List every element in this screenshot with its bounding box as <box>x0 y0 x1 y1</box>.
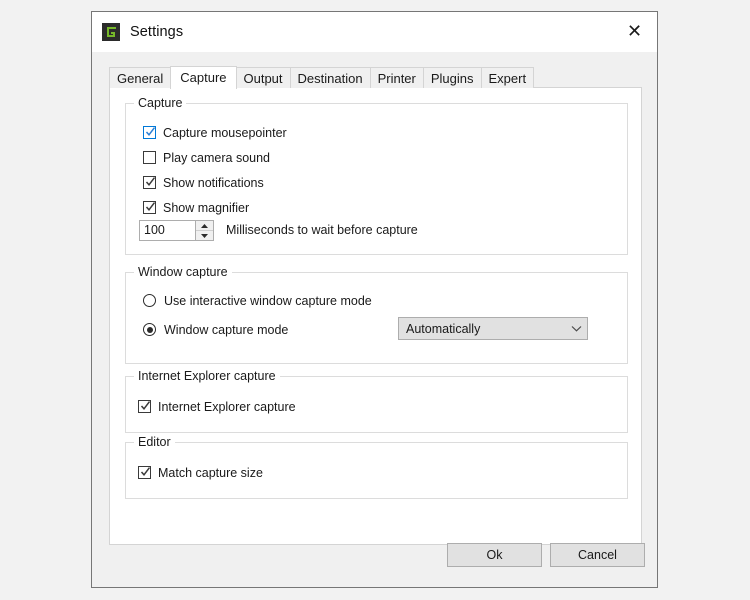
close-button[interactable]: ✕ <box>612 12 657 52</box>
wait-milliseconds-stepper[interactable]: 100 <box>139 220 214 241</box>
checkbox-label: Capture mousepointer <box>163 125 287 140</box>
checkbox-box-icon <box>138 400 151 413</box>
checkbox-box-icon <box>143 201 156 214</box>
tab-capture[interactable]: Capture <box>170 66 237 89</box>
checkbox-box-icon <box>143 126 156 139</box>
radio-label: Use interactive window capture mode <box>164 293 372 308</box>
wait-milliseconds-value[interactable]: 100 <box>140 221 195 240</box>
settings-dialog-window: Settings ✕ General Capture Output Destin… <box>91 11 658 588</box>
chevron-down-icon <box>565 325 587 332</box>
greenshot-logo-icon <box>102 23 120 41</box>
ok-button[interactable]: Ok <box>447 543 542 567</box>
radio-circle-icon <box>143 323 156 336</box>
ie-group-title: Internet Explorer capture <box>134 369 280 383</box>
checkbox-box-icon <box>143 151 156 164</box>
checkbox-label: Match capture size <box>158 465 263 480</box>
window-capture-mode-select[interactable]: Automatically <box>398 317 588 340</box>
internet-explorer-capture-group-box: Internet Explorer capture Internet Explo… <box>125 369 628 433</box>
editor-group-box: Editor Match capture size <box>125 435 628 499</box>
radio-window-capture-mode[interactable]: Window capture mode <box>143 321 288 338</box>
window-capture-mode-value: Automatically <box>406 321 481 336</box>
checkbox-label: Play camera sound <box>163 150 271 165</box>
checkbox-match-capture-size[interactable]: Match capture size <box>138 464 263 481</box>
radio-label: Window capture mode <box>164 322 289 337</box>
close-icon: ✕ <box>626 21 643 42</box>
tab-expert[interactable]: Expert <box>480 67 535 88</box>
capture-group-box: Capture Capture mousepointer Play camera… <box>125 96 628 255</box>
radio-use-interactive-window-capture-mode[interactable]: Use interactive window capture mode <box>143 292 372 309</box>
checkbox-label: Internet Explorer capture <box>158 399 296 414</box>
checkbox-play-camera-sound[interactable]: Play camera sound <box>143 149 270 166</box>
checkbox-internet-explorer-capture[interactable]: Internet Explorer capture <box>138 398 296 415</box>
checkbox-box-icon <box>143 176 156 189</box>
radio-circle-icon <box>143 294 156 307</box>
window-title: Settings <box>130 24 184 40</box>
tab-general[interactable]: General <box>109 67 172 88</box>
editor-group-title: Editor <box>134 435 175 449</box>
checkbox-show-notifications[interactable]: Show notifications <box>143 174 264 191</box>
checkbox-box-icon <box>138 466 151 479</box>
tab-printer[interactable]: Printer <box>369 67 424 88</box>
tab-destination[interactable]: Destination <box>289 67 371 88</box>
wait-milliseconds-label: Milliseconds to wait before capture <box>226 223 418 237</box>
checkbox-capture-mousepointer[interactable]: Capture mousepointer <box>143 124 287 141</box>
checkbox-label: Show magnifier <box>163 200 250 215</box>
tab-strip: General Capture Output Destination Print… <box>109 66 535 89</box>
capture-group-title: Capture <box>134 96 187 110</box>
checkbox-show-magnifier[interactable]: Show magnifier <box>143 199 249 216</box>
tab-output[interactable]: Output <box>235 67 291 88</box>
spinner-down-arrow-icon[interactable] <box>196 231 213 240</box>
stepper-buttons <box>195 221 213 240</box>
checkbox-label: Show notifications <box>163 175 264 190</box>
window-capture-group-box: Window capture Use interactive window ca… <box>125 265 628 364</box>
tab-plugins[interactable]: Plugins <box>422 67 482 88</box>
spinner-up-arrow-icon[interactable] <box>196 221 213 231</box>
window-capture-group-title: Window capture <box>134 265 232 279</box>
capture-tab-panel: Capture Capture mousepointer Play camera… <box>109 87 642 545</box>
title-bar: Settings ✕ <box>92 12 657 52</box>
cancel-button[interactable]: Cancel <box>550 543 645 567</box>
